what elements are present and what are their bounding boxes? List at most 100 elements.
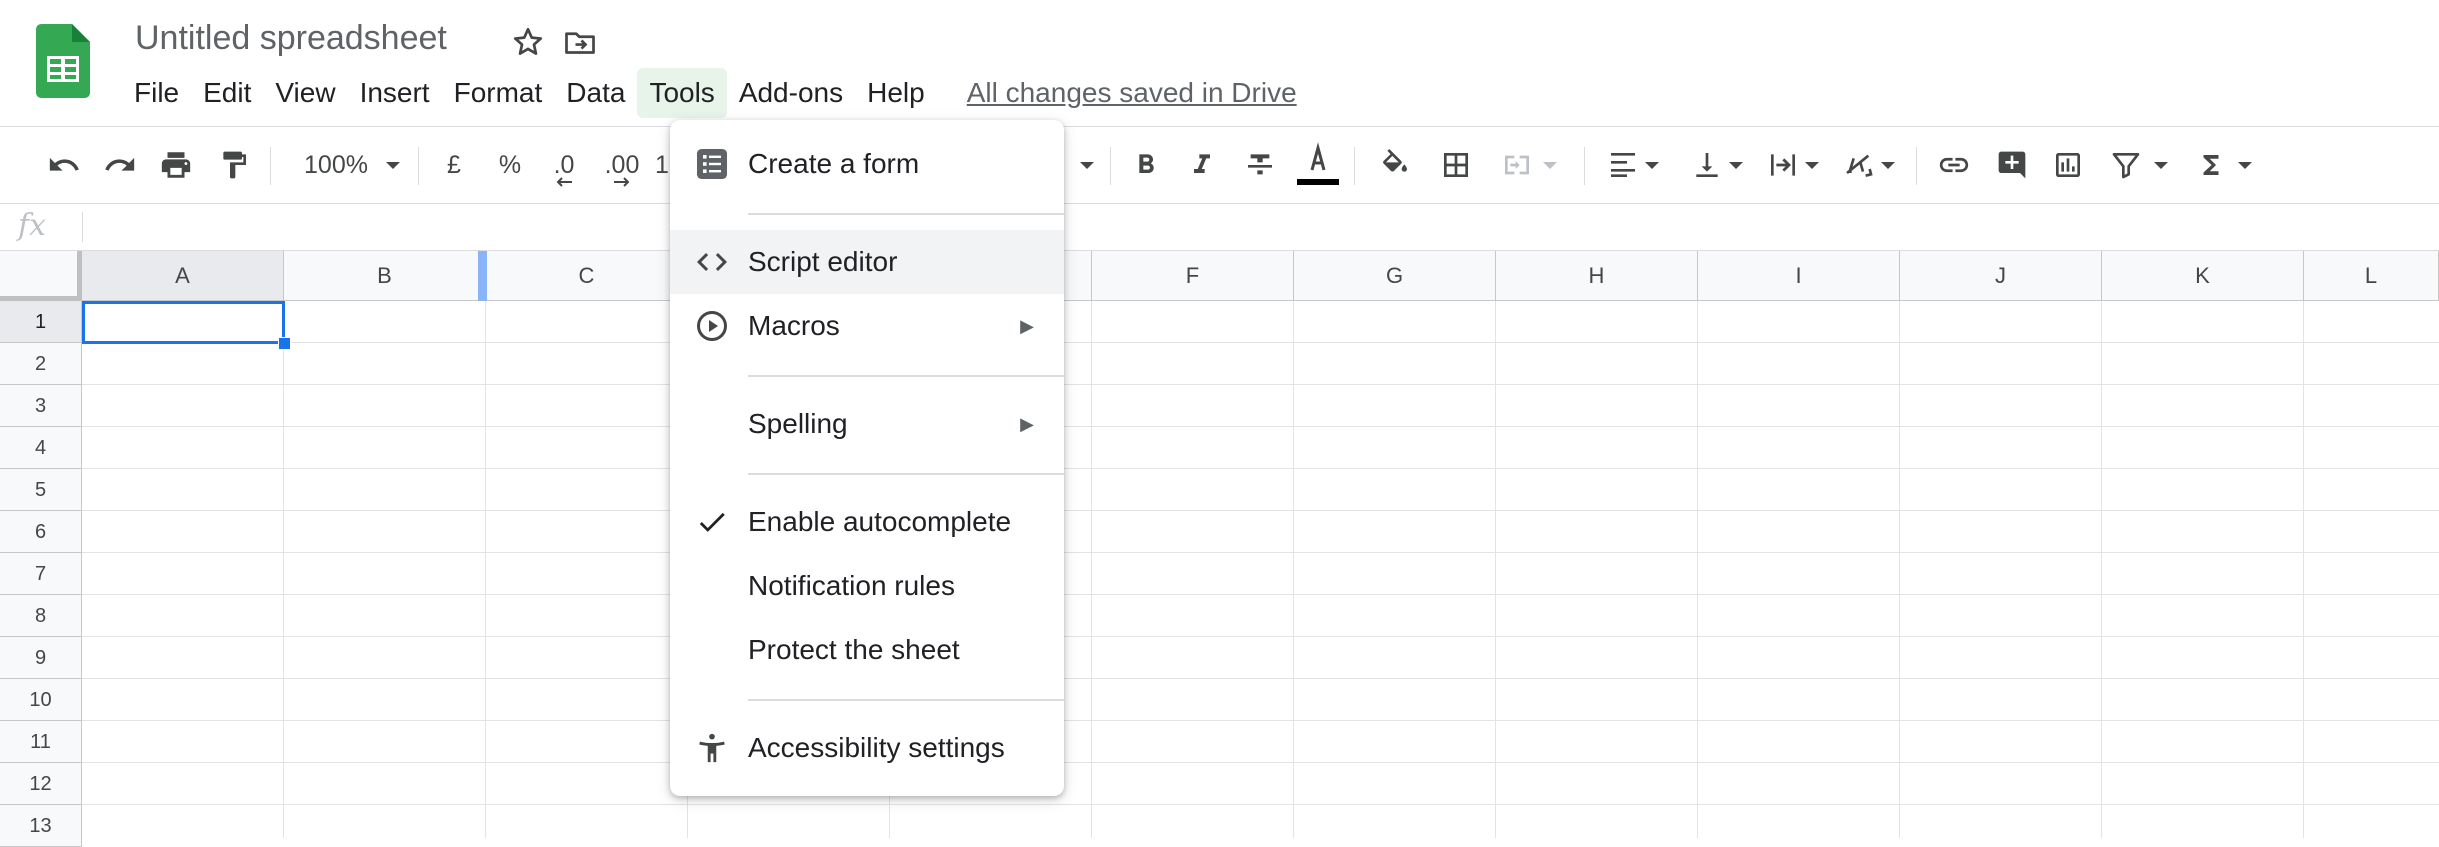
grid-line — [82, 552, 2439, 553]
menu-help[interactable]: Help — [855, 68, 937, 118]
redo-button[interactable] — [98, 127, 142, 203]
insert-chart-button[interactable] — [2046, 127, 2090, 203]
menu-data[interactable]: Data — [554, 68, 637, 118]
paint-format-button[interactable] — [212, 127, 256, 203]
menu-file[interactable]: File — [122, 68, 191, 118]
menu-item-label: Notification rules — [748, 570, 955, 601]
form-icon — [694, 146, 730, 182]
menu-item-spelling[interactable]: Spelling ▶ — [670, 392, 1064, 456]
text-color-button[interactable] — [1294, 127, 1342, 203]
row-header-4[interactable]: 4 — [0, 427, 82, 469]
zoom-select[interactable]: 100% — [292, 127, 412, 203]
menu-tools[interactable]: Tools — [637, 68, 727, 118]
menu-format[interactable]: Format — [442, 68, 555, 118]
insert-link-button[interactable] — [1932, 127, 1976, 203]
row-header-2[interactable]: 2 — [0, 343, 82, 385]
column-header-b[interactable]: B — [284, 251, 486, 301]
star-icon[interactable] — [510, 24, 546, 60]
row-header-3[interactable]: 3 — [0, 385, 82, 427]
row-header-12[interactable]: 12 — [0, 763, 82, 805]
menu-item-label: Enable autocomplete — [748, 506, 1012, 537]
font-size-dropdown[interactable] — [1072, 127, 1102, 203]
strikethrough-button[interactable] — [1238, 127, 1282, 203]
grid-line — [82, 678, 2439, 679]
menu-view[interactable]: View — [263, 68, 347, 118]
horizontal-align-button[interactable] — [1602, 127, 1664, 203]
menu-item-protect-sheet[interactable]: Protect the sheet — [670, 618, 1064, 682]
undo-icon — [49, 157, 79, 171]
column-header-j[interactable]: J — [1900, 251, 2102, 301]
row-header-8[interactable]: 8 — [0, 595, 82, 637]
currency-format-button[interactable]: £ — [434, 127, 474, 203]
row-header-6[interactable]: 6 — [0, 511, 82, 553]
menu-item-label: Accessibility settings — [748, 732, 1005, 763]
decrease-decimal-button[interactable]: .0 — [542, 127, 586, 203]
menu-item-create-form[interactable]: Create a form — [670, 132, 1064, 196]
row-header-13[interactable]: 13 — [0, 805, 82, 847]
increase-decimal-button[interactable]: .00 — [598, 127, 646, 203]
row-header-7[interactable]: 7 — [0, 553, 82, 595]
spreadsheet-grid[interactable]: ABCDEFGHIJKL 12345678910111213 — [0, 251, 2439, 847]
caret-down-icon — [1729, 162, 1743, 169]
menu-insert[interactable]: Insert — [348, 68, 442, 118]
menu-item-notification-rules[interactable]: Notification rules — [670, 554, 1064, 618]
select-all-corner[interactable] — [0, 251, 82, 301]
active-cell[interactable] — [82, 301, 285, 344]
row-header-1[interactable]: 1 — [0, 301, 82, 343]
undo-button[interactable] — [42, 127, 86, 203]
menu-item-accessibility-settings[interactable]: Accessibility settings — [670, 716, 1064, 780]
text-wrapping-button[interactable] — [1760, 127, 1826, 203]
borders-icon — [1444, 153, 1468, 177]
row-header-11[interactable]: 11 — [0, 721, 82, 763]
bold-button[interactable] — [1126, 127, 1166, 203]
vertical-align-button[interactable] — [1686, 127, 1748, 203]
functions-button[interactable] — [2194, 127, 2254, 203]
caret-down-icon — [1881, 162, 1895, 169]
column-resize-handle[interactable] — [478, 251, 487, 301]
sheets-logo-icon[interactable] — [36, 24, 90, 98]
fill-color-button[interactable] — [1374, 127, 1416, 203]
grid-line — [82, 426, 2439, 427]
document-title[interactable]: Untitled spreadsheet — [135, 16, 447, 60]
menu-item-label: Create a form — [748, 148, 920, 179]
formula-input[interactable] — [92, 208, 2392, 246]
borders-button[interactable] — [1434, 127, 1478, 203]
menu-add-ons[interactable]: Add-ons — [727, 68, 855, 118]
column-header-f[interactable]: F — [1092, 251, 1294, 301]
toolbar-separator — [1916, 147, 1917, 185]
column-header-c[interactable]: C — [486, 251, 688, 301]
row-header-10[interactable]: 10 — [0, 679, 82, 721]
move-to-folder-icon[interactable] — [562, 24, 598, 60]
italic-button[interactable] — [1182, 127, 1222, 203]
column-header-g[interactable]: G — [1294, 251, 1496, 301]
column-header-l[interactable]: L — [2304, 251, 2439, 301]
print-button[interactable] — [154, 127, 198, 203]
code-icon — [694, 244, 730, 280]
menu-item-label: Script editor — [748, 246, 898, 277]
column-header-k[interactable]: K — [2102, 251, 2304, 301]
column-header-i[interactable]: I — [1698, 251, 1900, 301]
row-header-5[interactable]: 5 — [0, 469, 82, 511]
save-status-link[interactable]: All changes saved in Drive — [967, 77, 1297, 109]
merge-cells-icon — [1505, 155, 1529, 175]
filter-button[interactable] — [2106, 127, 2172, 203]
menu-item-script-editor[interactable]: Script editor — [670, 230, 1064, 294]
text-rotation-button[interactable] — [1838, 127, 1900, 203]
caret-down-icon — [385, 162, 400, 169]
more-formats-button[interactable]: 1 — [652, 127, 672, 203]
insert-comment-button[interactable] — [1990, 127, 2034, 203]
row-header-9[interactable]: 9 — [0, 637, 82, 679]
toolbar-separator — [1584, 147, 1585, 185]
italic-icon — [1194, 154, 1210, 173]
menu-item-macros[interactable]: Macros ▶ — [670, 294, 1064, 358]
accessibility-icon — [694, 730, 730, 766]
column-header-a[interactable]: A — [82, 251, 284, 301]
percent-format-button[interactable]: % — [490, 127, 530, 203]
menu-edit[interactable]: Edit — [191, 68, 263, 118]
grid-line — [1495, 301, 1496, 838]
menu-item-enable-autocomplete[interactable]: Enable autocomplete — [670, 490, 1064, 554]
print-icon — [161, 152, 191, 178]
toolbar: 100% £ % .0 .00 1 — [0, 127, 2439, 204]
column-header-h[interactable]: H — [1496, 251, 1698, 301]
fill-handle[interactable] — [278, 337, 291, 350]
